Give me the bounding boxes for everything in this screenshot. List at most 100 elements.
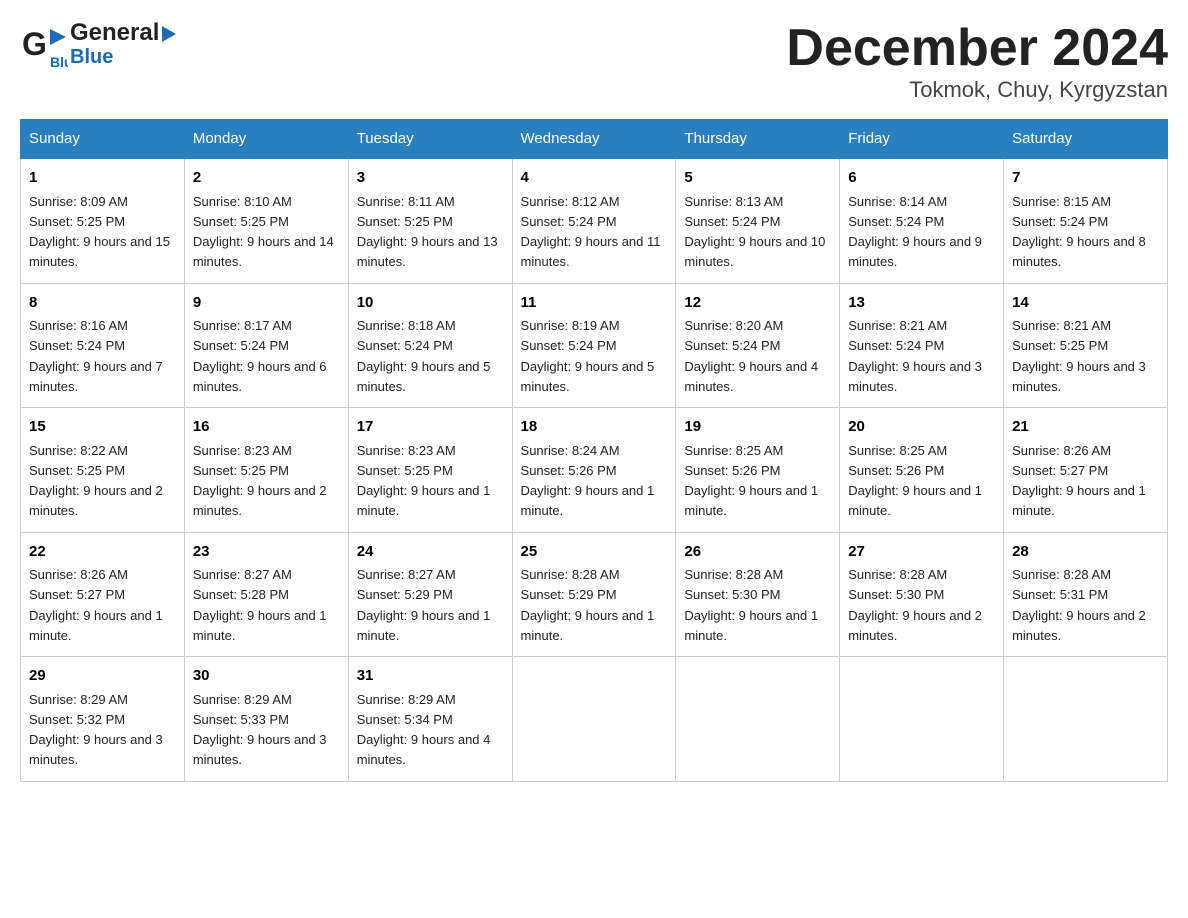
day-cell: 4 Sunrise: 8:12 AMSunset: 5:24 PMDayligh… — [512, 158, 676, 283]
day-cell: 25 Sunrise: 8:28 AMSunset: 5:29 PMDaylig… — [512, 532, 676, 657]
day-info: Sunrise: 8:22 AMSunset: 5:25 PMDaylight:… — [29, 443, 163, 519]
week-row-2: 8 Sunrise: 8:16 AMSunset: 5:24 PMDayligh… — [21, 283, 1168, 408]
day-cell: 21 Sunrise: 8:26 AMSunset: 5:27 PMDaylig… — [1004, 408, 1168, 533]
day-cell: 19 Sunrise: 8:25 AMSunset: 5:26 PMDaylig… — [676, 408, 840, 533]
day-cell: 16 Sunrise: 8:23 AMSunset: 5:25 PMDaylig… — [184, 408, 348, 533]
day-cell: 3 Sunrise: 8:11 AMSunset: 5:25 PMDayligh… — [348, 158, 512, 283]
day-number: 11 — [521, 292, 668, 315]
day-info: Sunrise: 8:28 AMSunset: 5:29 PMDaylight:… — [521, 567, 655, 643]
day-cell: 11 Sunrise: 8:19 AMSunset: 5:24 PMDaylig… — [512, 283, 676, 408]
day-number: 26 — [684, 541, 831, 564]
day-info: Sunrise: 8:27 AMSunset: 5:28 PMDaylight:… — [193, 567, 327, 643]
day-number: 21 — [1012, 416, 1159, 439]
day-cell: 2 Sunrise: 8:10 AMSunset: 5:25 PMDayligh… — [184, 158, 348, 283]
day-number: 30 — [193, 665, 340, 688]
day-number: 13 — [848, 292, 995, 315]
header-wednesday: Wednesday — [512, 120, 676, 159]
header-friday: Friday — [840, 120, 1004, 159]
logo: G Blue General Blue — [20, 20, 176, 69]
day-number: 20 — [848, 416, 995, 439]
day-cell: 15 Sunrise: 8:22 AMSunset: 5:25 PMDaylig… — [21, 408, 185, 533]
week-row-4: 22 Sunrise: 8:26 AMSunset: 5:27 PMDaylig… — [21, 532, 1168, 657]
day-info: Sunrise: 8:23 AMSunset: 5:25 PMDaylight:… — [193, 443, 327, 519]
day-number: 16 — [193, 416, 340, 439]
week-row-5: 29 Sunrise: 8:29 AMSunset: 5:32 PMDaylig… — [21, 657, 1168, 782]
day-info: Sunrise: 8:28 AMSunset: 5:30 PMDaylight:… — [684, 567, 818, 643]
day-cell: 27 Sunrise: 8:28 AMSunset: 5:30 PMDaylig… — [840, 532, 1004, 657]
day-cell: 30 Sunrise: 8:29 AMSunset: 5:33 PMDaylig… — [184, 657, 348, 782]
day-info: Sunrise: 8:16 AMSunset: 5:24 PMDaylight:… — [29, 318, 163, 394]
day-info: Sunrise: 8:11 AMSunset: 5:25 PMDaylight:… — [357, 194, 498, 270]
day-info: Sunrise: 8:25 AMSunset: 5:26 PMDaylight:… — [684, 443, 818, 519]
day-info: Sunrise: 8:27 AMSunset: 5:29 PMDaylight:… — [357, 567, 491, 643]
day-cell: 8 Sunrise: 8:16 AMSunset: 5:24 PMDayligh… — [21, 283, 185, 408]
week-row-3: 15 Sunrise: 8:22 AMSunset: 5:25 PMDaylig… — [21, 408, 1168, 533]
day-number: 18 — [521, 416, 668, 439]
day-number: 27 — [848, 541, 995, 564]
day-info: Sunrise: 8:14 AMSunset: 5:24 PMDaylight:… — [848, 194, 982, 270]
day-number: 29 — [29, 665, 176, 688]
day-info: Sunrise: 8:21 AMSunset: 5:24 PMDaylight:… — [848, 318, 982, 394]
day-cell: 17 Sunrise: 8:23 AMSunset: 5:25 PMDaylig… — [348, 408, 512, 533]
day-cell: 23 Sunrise: 8:27 AMSunset: 5:28 PMDaylig… — [184, 532, 348, 657]
day-info: Sunrise: 8:10 AMSunset: 5:25 PMDaylight:… — [193, 194, 334, 270]
header-saturday: Saturday — [1004, 120, 1168, 159]
day-cell: 5 Sunrise: 8:13 AMSunset: 5:24 PMDayligh… — [676, 158, 840, 283]
day-cell: 28 Sunrise: 8:28 AMSunset: 5:31 PMDaylig… — [1004, 532, 1168, 657]
day-cell: 29 Sunrise: 8:29 AMSunset: 5:32 PMDaylig… — [21, 657, 185, 782]
day-number: 7 — [1012, 167, 1159, 190]
day-cell — [1004, 657, 1168, 782]
day-info: Sunrise: 8:13 AMSunset: 5:24 PMDaylight:… — [684, 194, 825, 270]
day-info: Sunrise: 8:09 AMSunset: 5:25 PMDaylight:… — [29, 194, 170, 270]
calendar-subtitle: Tokmok, Chuy, Kyrgyzstan — [786, 77, 1168, 103]
day-number: 15 — [29, 416, 176, 439]
day-number: 1 — [29, 167, 176, 190]
day-info: Sunrise: 8:21 AMSunset: 5:25 PMDaylight:… — [1012, 318, 1146, 394]
day-number: 2 — [193, 167, 340, 190]
day-number: 12 — [684, 292, 831, 315]
day-info: Sunrise: 8:26 AMSunset: 5:27 PMDaylight:… — [1012, 443, 1146, 519]
svg-text:G: G — [22, 26, 47, 62]
day-number: 9 — [193, 292, 340, 315]
day-info: Sunrise: 8:19 AMSunset: 5:24 PMDaylight:… — [521, 318, 655, 394]
calendar-title-area: December 2024 Tokmok, Chuy, Kyrgyzstan — [786, 20, 1168, 103]
calendar-title: December 2024 — [786, 20, 1168, 77]
logo-general-text: General — [70, 20, 176, 46]
day-cell — [512, 657, 676, 782]
day-cell: 6 Sunrise: 8:14 AMSunset: 5:24 PMDayligh… — [840, 158, 1004, 283]
day-number: 5 — [684, 167, 831, 190]
header-monday: Monday — [184, 120, 348, 159]
logo-icon: G Blue — [20, 21, 68, 69]
day-cell: 12 Sunrise: 8:20 AMSunset: 5:24 PMDaylig… — [676, 283, 840, 408]
day-info: Sunrise: 8:28 AMSunset: 5:30 PMDaylight:… — [848, 567, 982, 643]
day-cell: 10 Sunrise: 8:18 AMSunset: 5:24 PMDaylig… — [348, 283, 512, 408]
day-number: 25 — [521, 541, 668, 564]
day-number: 23 — [193, 541, 340, 564]
svg-text:Blue: Blue — [50, 54, 68, 69]
day-number: 4 — [521, 167, 668, 190]
day-info: Sunrise: 8:26 AMSunset: 5:27 PMDaylight:… — [29, 567, 163, 643]
day-cell: 14 Sunrise: 8:21 AMSunset: 5:25 PMDaylig… — [1004, 283, 1168, 408]
day-cell: 20 Sunrise: 8:25 AMSunset: 5:26 PMDaylig… — [840, 408, 1004, 533]
day-info: Sunrise: 8:28 AMSunset: 5:31 PMDaylight:… — [1012, 567, 1146, 643]
day-cell: 22 Sunrise: 8:26 AMSunset: 5:27 PMDaylig… — [21, 532, 185, 657]
day-info: Sunrise: 8:18 AMSunset: 5:24 PMDaylight:… — [357, 318, 491, 394]
day-number: 8 — [29, 292, 176, 315]
day-info: Sunrise: 8:29 AMSunset: 5:32 PMDaylight:… — [29, 692, 163, 768]
day-cell: 24 Sunrise: 8:27 AMSunset: 5:29 PMDaylig… — [348, 532, 512, 657]
day-info: Sunrise: 8:29 AMSunset: 5:34 PMDaylight:… — [357, 692, 491, 768]
day-number: 19 — [684, 416, 831, 439]
day-number: 3 — [357, 167, 504, 190]
day-cell: 9 Sunrise: 8:17 AMSunset: 5:24 PMDayligh… — [184, 283, 348, 408]
week-row-1: 1 Sunrise: 8:09 AMSunset: 5:25 PMDayligh… — [21, 158, 1168, 283]
header-thursday: Thursday — [676, 120, 840, 159]
day-number: 6 — [848, 167, 995, 190]
day-info: Sunrise: 8:12 AMSunset: 5:24 PMDaylight:… — [521, 194, 661, 270]
day-cell: 31 Sunrise: 8:29 AMSunset: 5:34 PMDaylig… — [348, 657, 512, 782]
day-cell — [676, 657, 840, 782]
header-tuesday: Tuesday — [348, 120, 512, 159]
day-info: Sunrise: 8:24 AMSunset: 5:26 PMDaylight:… — [521, 443, 655, 519]
day-info: Sunrise: 8:29 AMSunset: 5:33 PMDaylight:… — [193, 692, 327, 768]
page-header: G Blue General Blue December 2024 Tokmok… — [20, 20, 1168, 103]
day-info: Sunrise: 8:17 AMSunset: 5:24 PMDaylight:… — [193, 318, 327, 394]
